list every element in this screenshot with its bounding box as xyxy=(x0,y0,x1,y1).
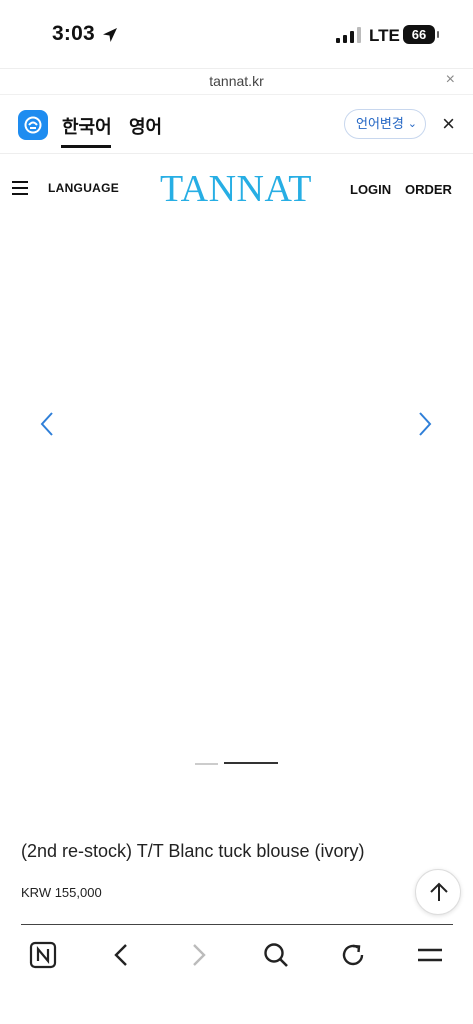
naver-home-icon[interactable] xyxy=(28,940,58,970)
hamburger-menu-icon[interactable] xyxy=(12,181,28,195)
language-link[interactable]: LANGUAGE xyxy=(48,181,119,195)
papago-logo-icon xyxy=(18,110,48,140)
change-language-button[interactable]: 언어변경 ⌄ xyxy=(344,109,426,139)
order-link[interactable]: ORDER xyxy=(405,182,452,197)
battery-icon: 66 xyxy=(403,25,439,44)
menu-icon[interactable] xyxy=(415,940,445,970)
brand-logo[interactable]: TANNAT xyxy=(160,167,312,211)
back-arrow-icon[interactable] xyxy=(106,940,136,970)
search-icon[interactable] xyxy=(261,940,291,970)
cellular-signal-icon xyxy=(336,27,361,43)
url-bar[interactable]: tannat.kr × xyxy=(0,68,473,94)
arrow-up-icon xyxy=(430,882,448,901)
blouse-photo xyxy=(100,237,377,631)
location-arrow-icon xyxy=(103,28,117,42)
url-close-icon[interactable]: × xyxy=(446,71,455,89)
url-domain[interactable]: tannat.kr xyxy=(0,73,473,89)
product-image[interactable] xyxy=(21,155,453,723)
change-language-label: 언어변경 xyxy=(356,116,404,131)
status-bar: 3:03 LTE 66 xyxy=(0,0,473,68)
translate-bar: 한국어 영어 언어변경 ⌄ × xyxy=(0,94,473,154)
network-type: LTE xyxy=(369,26,400,45)
active-tab-indicator xyxy=(61,145,111,148)
slider-prev-icon[interactable] xyxy=(38,410,56,438)
slide-indicator-2-active[interactable] xyxy=(224,762,278,764)
status-time: 3:03 xyxy=(52,22,95,45)
browser-toolbar xyxy=(0,926,473,1024)
product-price: KRW 155,000 xyxy=(21,885,102,900)
chevron-down-icon: ⌄ xyxy=(407,118,417,130)
slider-next-icon[interactable] xyxy=(416,410,434,438)
forward-arrow-icon[interactable] xyxy=(184,940,214,970)
product-title: (2nd re-stock) T/T Blanc tuck blouse (iv… xyxy=(21,841,365,861)
tab-korean[interactable]: 한국어 xyxy=(62,113,112,139)
scroll-to-top-button[interactable] xyxy=(415,869,461,915)
refresh-icon[interactable] xyxy=(338,940,368,970)
tab-english[interactable]: 영어 xyxy=(129,113,162,139)
site-header: LANGUAGE TANNAT LOGIN ORDER xyxy=(0,155,473,223)
translate-close-icon[interactable]: × xyxy=(442,111,455,137)
divider xyxy=(21,924,453,925)
login-link[interactable]: LOGIN xyxy=(350,182,391,197)
slide-indicator-1[interactable] xyxy=(195,763,218,765)
